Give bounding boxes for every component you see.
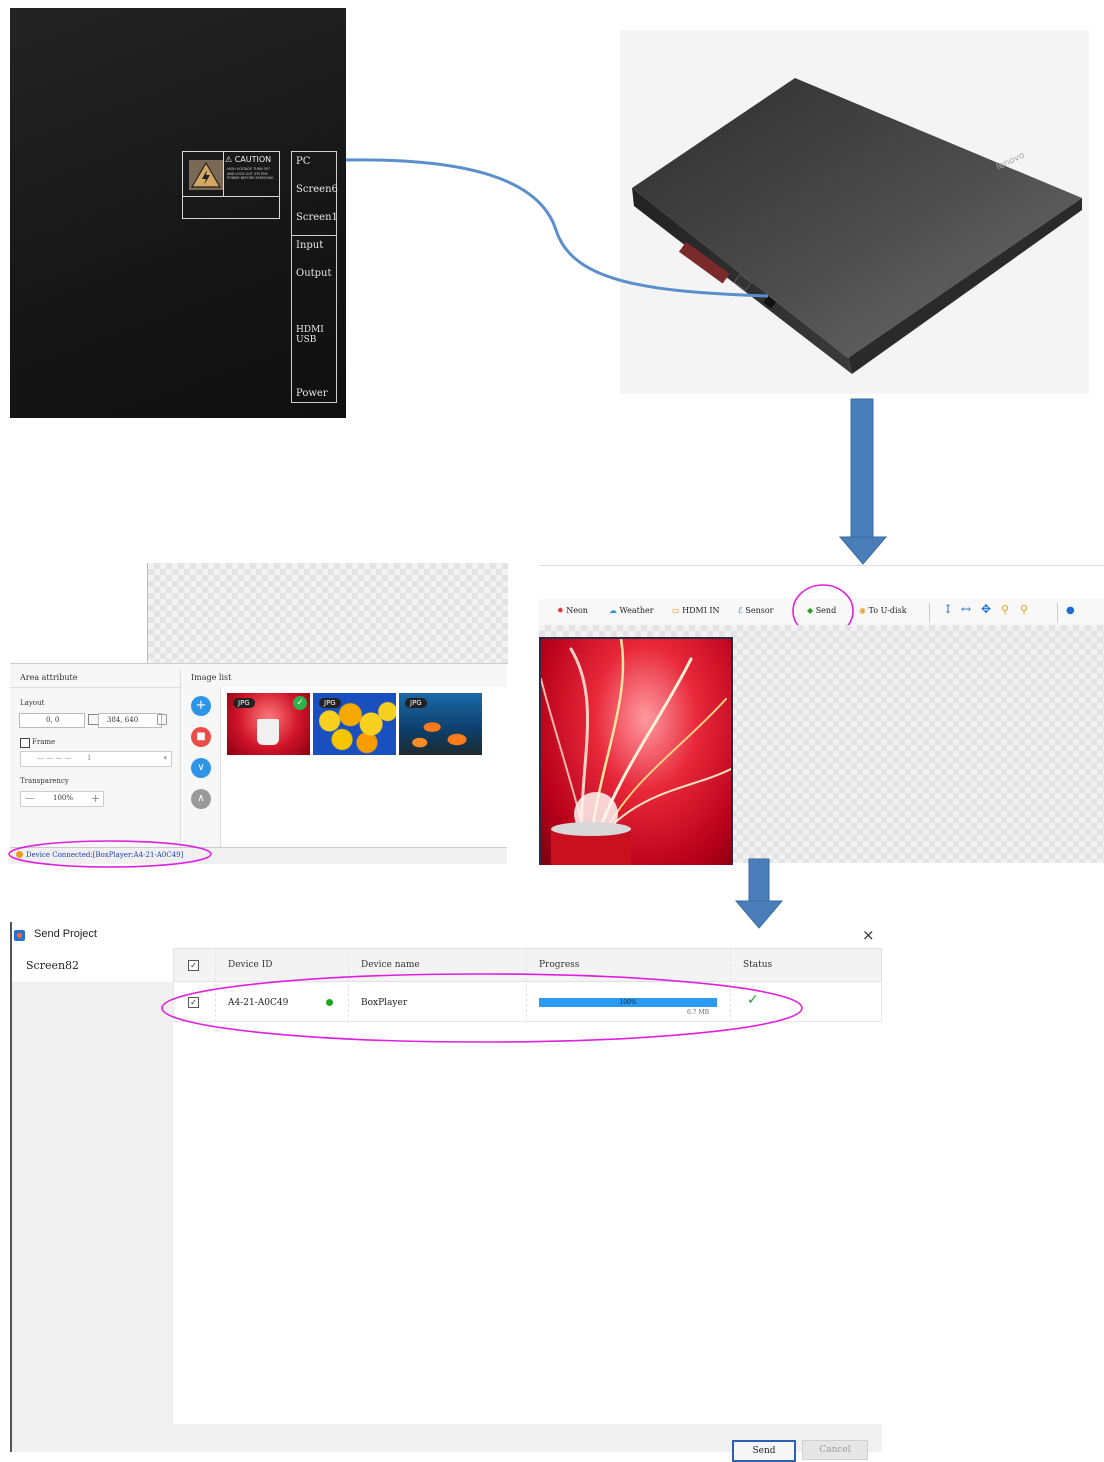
trash-icon: ■ [196, 731, 206, 742]
screen-list-item[interactable]: Screen82 [12, 948, 173, 982]
cancel-button[interactable]: Cancel [802, 1440, 868, 1460]
arrow-down-icon [838, 398, 888, 565]
toolbar-sensor[interactable]: ℰ Sensor [738, 606, 774, 615]
move-up-button[interactable]: ∧ [191, 789, 211, 809]
align-vertical-icon[interactable]: ↕ [943, 602, 953, 616]
play-icon[interactable]: ● [1066, 605, 1075, 616]
lock-icon[interactable] [157, 714, 167, 725]
neon-icon: ✹ [557, 606, 564, 615]
send-button[interactable]: Send [732, 1440, 796, 1462]
transparency-label: Transparency [20, 777, 69, 785]
position-field[interactable]: 0, 0 [19, 713, 85, 728]
frame-label: Frame [32, 738, 56, 746]
chevron-down-icon: ∨ [197, 762, 205, 773]
selected-check-icon: ✓ [293, 696, 307, 710]
layout-label: Layout [20, 699, 45, 707]
close-icon[interactable]: × [862, 926, 875, 944]
chevron-down-icon: ▾ [163, 754, 167, 762]
image-thumb-clownfish[interactable]: JPG [399, 693, 482, 755]
transparency-stepper[interactable]: — 100% + [20, 791, 104, 807]
zoom-in-icon[interactable]: ⚲ [1001, 603, 1009, 616]
frame-checkbox[interactable] [20, 738, 30, 748]
hdmi-icon: ▭ [672, 606, 680, 615]
toolbar-hdmi-in[interactable]: ▭ HDMI IN [672, 606, 720, 615]
weather-icon: ☁ [609, 606, 617, 615]
toolbar-to-u-disk[interactable]: ◉ To U-disk [859, 606, 907, 615]
dialog-title: Send Project [34, 928, 97, 940]
image-thumb-lemons[interactable]: JPG [313, 693, 396, 755]
highlight-ellipse [8, 840, 212, 868]
preview-canvas[interactable] [147, 563, 508, 664]
editor-panel: Area attribute Image list Layout 0, 0 38… [8, 563, 508, 868]
cable-line [345, 158, 769, 298]
sensor-icon: ℰ [738, 606, 743, 615]
minus-icon: — [25, 793, 35, 804]
frame-select[interactable]: — — — — 1 ▾ [20, 751, 172, 767]
delete-image-button[interactable]: ■ [191, 727, 211, 747]
plus-icon: + [195, 698, 207, 713]
toolbar-neon[interactable]: ✹ Neon [557, 606, 588, 615]
size-field[interactable]: 384, 640 [98, 713, 162, 728]
highlight-ellipse [161, 973, 803, 1043]
move-icon[interactable]: ✥ [981, 602, 991, 616]
toolbar-weather[interactable]: ☁ Weather [609, 606, 654, 615]
send-project-dialog: Send Project × Screen82 ✓ Device ID Devi… [10, 922, 884, 1462]
align-horizontal-icon[interactable]: ↔ [961, 602, 971, 616]
add-image-button[interactable]: + [191, 696, 211, 716]
move-down-button[interactable]: ∨ [191, 758, 211, 778]
zoom-out-icon[interactable]: ⚲ [1020, 603, 1028, 616]
plus-icon: + [91, 792, 101, 805]
editor-toolbar-panel: ✹ Neon ☁ Weather ▭ HDMI IN ℰ Sensor ◆ Se… [539, 565, 1104, 865]
app-icon [14, 930, 25, 941]
image-list-title: Image list [191, 673, 232, 682]
chevron-up-icon: ∧ [197, 793, 205, 804]
u-disk-icon: ◉ [859, 606, 866, 615]
area-attribute-title: Area attribute [20, 673, 78, 682]
arrow-down-icon [734, 858, 784, 929]
image-thumb-cup[interactable]: JPG ✓ [227, 693, 310, 755]
preview-image[interactable] [539, 637, 733, 865]
